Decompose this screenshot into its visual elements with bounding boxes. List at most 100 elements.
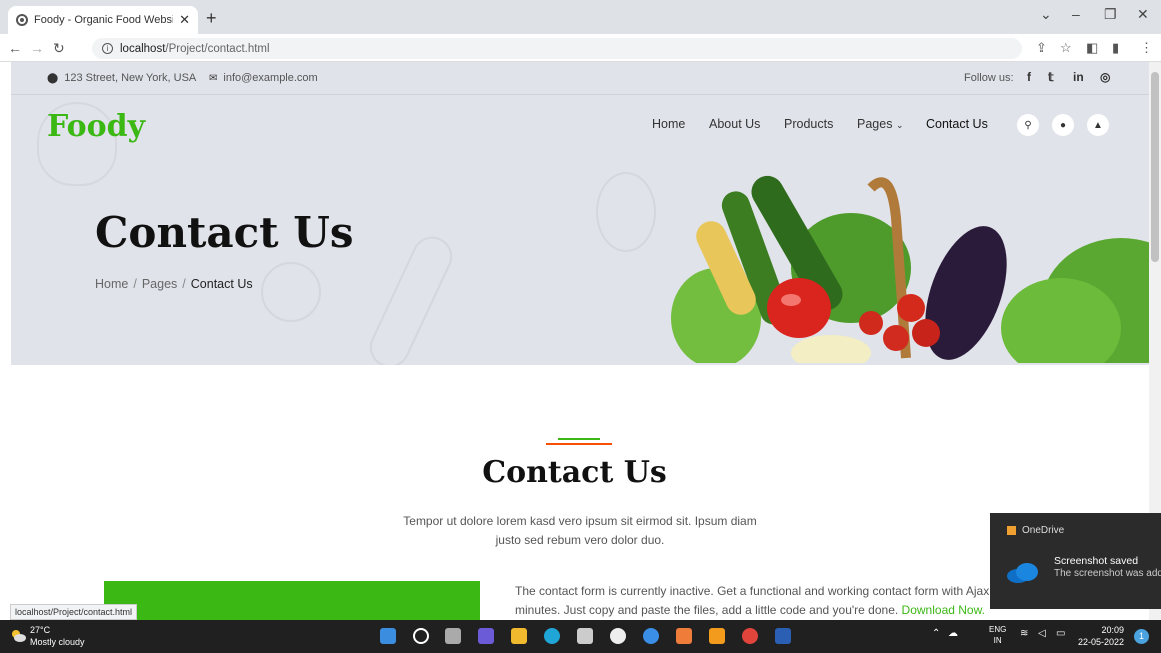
follow-label: Follow us: [964, 72, 1014, 84]
weather-cloud-icon [12, 630, 26, 642]
info-topbar: ⬤ 123 Street, New York, USA ✉ info@examp… [11, 62, 1149, 95]
chrome-icon[interactable] [742, 628, 758, 644]
chevron-down-icon[interactable]: ⌄ [1040, 6, 1052, 23]
language-indicator[interactable]: ENG IN [989, 624, 1006, 646]
sublime-icon[interactable] [709, 628, 725, 644]
onedrive-tray-icon[interactable]: ☁ [948, 628, 958, 639]
reload-icon[interactable]: ↻ [53, 40, 65, 57]
url-path: /Project/contact.html [165, 42, 270, 55]
region-code: IN [993, 636, 1002, 645]
battery-icon[interactable]: ▭ [1056, 628, 1065, 639]
minimize-icon[interactable]: – [1072, 6, 1080, 22]
tab-title: Foody - Organic Food Website Te [34, 14, 173, 26]
section-divider-green [558, 438, 600, 440]
nav-pages[interactable]: Pages ⌄ [857, 117, 903, 131]
section-title: Contact Us [482, 455, 667, 490]
instagram-icon[interactable]: ◎ [1100, 70, 1110, 84]
onedrive-toast[interactable]: OneDrive Screenshot saved The screenshot… [990, 513, 1161, 609]
breadcrumb-current: Contact Us [190, 277, 253, 291]
sidebar-icon[interactable]: ◧ [1086, 40, 1098, 56]
browser-tabbar: Foody - Organic Food Website Te ✕ + ⌄ – … [0, 0, 1161, 34]
nav-contact[interactable]: Contact Us [926, 117, 988, 131]
favicon-icon [16, 14, 28, 26]
close-tab-icon[interactable]: ✕ [179, 12, 190, 28]
section-subtitle: Tempor ut dolore lorem kasd vero ipsum s… [403, 514, 757, 547]
toast-header: OneDrive [1007, 525, 1064, 536]
facebook-icon[interactable]: f [1027, 70, 1031, 84]
scrollbar-thumb[interactable] [1151, 72, 1159, 262]
email-info: ✉ info@example.com [209, 72, 318, 84]
back-icon[interactable]: ← [8, 40, 22, 56]
search-icon[interactable]: ⚲ [1017, 114, 1039, 136]
url-host: localhost [120, 42, 166, 55]
chevron-down-icon: ⌄ [895, 120, 904, 130]
store-icon[interactable] [577, 628, 593, 644]
doodle-decoration [363, 230, 459, 365]
new-tab-button[interactable]: + [206, 8, 217, 29]
nav-about[interactable]: About Us [709, 117, 760, 131]
twitter-icon[interactable]: 𝕥 [1048, 70, 1054, 84]
breadcrumb-pages[interactable]: Pages [142, 277, 177, 291]
extension-icon[interactable]: ▮ [1112, 40, 1119, 56]
section-divider-orange [546, 443, 612, 445]
edge-icon[interactable] [544, 628, 560, 644]
envelope-icon: ✉ [209, 72, 218, 84]
breadcrumb-home[interactable]: Home [95, 277, 128, 291]
contact-info-panel [104, 581, 480, 620]
word-icon[interactable] [775, 628, 791, 644]
restore-icon[interactable]: ❐ [1104, 6, 1117, 23]
page-viewport: ⬤ 123 Street, New York, USA ✉ info@examp… [0, 62, 1149, 620]
chevron-up-icon[interactable]: ⌃ [932, 628, 940, 639]
search-taskbar-icon[interactable] [413, 628, 429, 644]
user-icon[interactable]: ● [1052, 114, 1074, 136]
cloud-icon [1007, 563, 1038, 583]
browser-tab[interactable]: Foody - Organic Food Website Te ✕ [8, 6, 198, 34]
toast-title: Screenshot saved [1054, 555, 1139, 567]
clock[interactable]: 20:09 22-05-2022 [1078, 624, 1124, 648]
task-view-icon[interactable] [445, 628, 461, 644]
map-marker-icon: ⬤ [47, 72, 59, 84]
volume-icon[interactable]: ◁ [1038, 628, 1046, 639]
page-title: Contact Us [95, 208, 354, 257]
address-text: 123 Street, New York, USA [64, 72, 197, 84]
file-explorer-icon[interactable] [511, 628, 527, 644]
site-logo[interactable]: Foody [47, 109, 145, 144]
url-input[interactable]: i localhost/Project/contact.html [92, 38, 1022, 59]
download-link[interactable]: Download Now. [902, 603, 985, 617]
weather-desc: Mostly cloudy [30, 637, 85, 647]
email-text: info@example.com [223, 72, 318, 84]
app-icon[interactable] [643, 628, 659, 644]
toast-body: The screenshot was added to your OneDriv… [1054, 568, 1161, 579]
nav-home[interactable]: Home [652, 117, 685, 131]
weather-widget[interactable]: 27°C Mostly cloudy [30, 624, 85, 648]
address-bar-row: ← → ↻ i localhost/Project/contact.html [0, 34, 1161, 62]
address-info: ⬤ 123 Street, New York, USA [47, 72, 196, 84]
weather-temp: 27°C [30, 625, 51, 635]
vegetable-basket-image [621, 175, 1149, 365]
doodle-decoration [261, 262, 321, 322]
nav-pages-label: Pages [857, 117, 893, 131]
teams-icon[interactable] [478, 628, 494, 644]
wifi-icon[interactable]: ≋ [1020, 628, 1028, 639]
toast-app-name: OneDrive [1022, 525, 1065, 536]
breadcrumb: Home / Pages / Contact Us [95, 277, 253, 291]
info-icon[interactable]: i [102, 43, 113, 54]
share-icon[interactable]: ⇪ [1036, 40, 1047, 56]
notification-badge[interactable]: 1 [1134, 629, 1149, 644]
language-code: ENG [989, 625, 1007, 634]
start-icon[interactable] [380, 628, 396, 644]
xampp-icon[interactable] [676, 628, 692, 644]
shopping-bag-icon[interactable]: ▲ [1087, 114, 1109, 136]
onedrive-icon [1007, 526, 1016, 535]
forward-icon[interactable]: → [30, 40, 44, 56]
github-icon[interactable] [610, 628, 626, 644]
nav-products[interactable]: Products [784, 117, 833, 131]
linkedin-icon[interactable]: in [1073, 70, 1084, 84]
close-window-icon[interactable]: ✕ [1137, 6, 1149, 23]
hero-section: ⬤ 123 Street, New York, USA ✉ info@examp… [11, 62, 1149, 365]
bookmark-star-icon[interactable]: ☆ [1060, 40, 1072, 56]
clock-date: 22-05-2022 [1078, 637, 1125, 647]
menu-dots-icon[interactable]: ⋮ [1140, 40, 1153, 56]
clock-time: 20:09 [1101, 625, 1125, 635]
status-url-bubble: localhost/Project/contact.html [10, 604, 138, 620]
